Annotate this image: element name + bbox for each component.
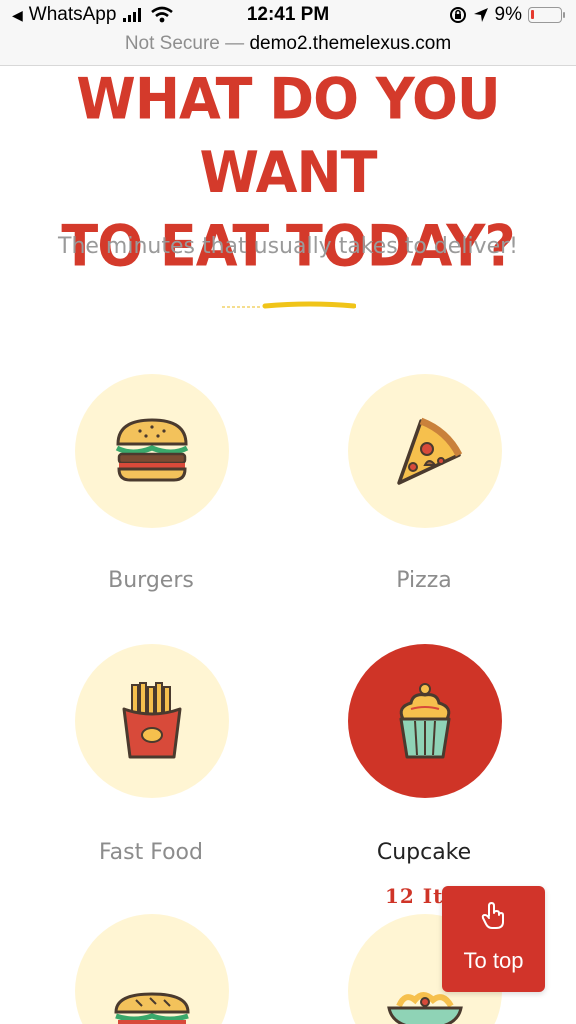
- category-cupcake[interactable]: Cupcake 12 Ite: [294, 644, 554, 908]
- battery-percent: 9%: [494, 4, 522, 25]
- url-bar[interactable]: Not Secure — demo2.themelexus.com: [0, 32, 576, 66]
- status-bar: ◀ WhatsApp 12:41 PM 9%: [0, 0, 576, 32]
- to-top-label: To top: [463, 948, 524, 973]
- title-line-1: WHAT DO YOU WANT: [76, 65, 500, 206]
- back-arrow-icon: ◀: [12, 6, 23, 23]
- location-icon: [473, 8, 488, 22]
- back-app-label: WhatsApp: [28, 4, 117, 25]
- orientation-lock-icon: [449, 7, 466, 23]
- burger-icon: [115, 418, 189, 482]
- category-sandwich[interactable]: [21, 914, 281, 1024]
- category-label: Burgers: [108, 568, 194, 593]
- pointer-hand-icon: [481, 902, 504, 929]
- back-to-app[interactable]: ◀ WhatsApp: [12, 4, 174, 26]
- category-circle: [348, 374, 502, 528]
- category-fast-food[interactable]: Fast Food: [21, 644, 281, 874]
- url-domain: demo2.themelexus.com: [249, 33, 452, 54]
- fries-icon: [122, 682, 182, 759]
- category-label: Pizza: [396, 568, 452, 593]
- pizza-icon: [397, 417, 463, 485]
- category-label: Cupcake: [376, 840, 472, 865]
- sandwich-icon: [114, 992, 190, 1024]
- category-circle: [75, 914, 229, 1024]
- category-circle: [75, 374, 229, 528]
- category-pizza[interactable]: Pizza: [294, 374, 554, 604]
- category-circle: [348, 644, 502, 798]
- wifi-icon: [151, 6, 174, 23]
- battery-icon: [528, 7, 565, 23]
- to-top-button[interactable]: To top: [442, 886, 545, 992]
- cupcake-icon: [399, 683, 451, 759]
- category-burgers[interactable]: Burgers: [21, 374, 281, 604]
- decorative-underline: [222, 301, 356, 309]
- signal-icon: [123, 8, 142, 22]
- category-circle: [75, 644, 229, 798]
- url-separator: —: [225, 33, 245, 54]
- security-label: Not Secure: [124, 33, 220, 54]
- page-subtitle: The minutes that usually takes to delive…: [58, 234, 518, 259]
- category-label: Fast Food: [99, 840, 203, 865]
